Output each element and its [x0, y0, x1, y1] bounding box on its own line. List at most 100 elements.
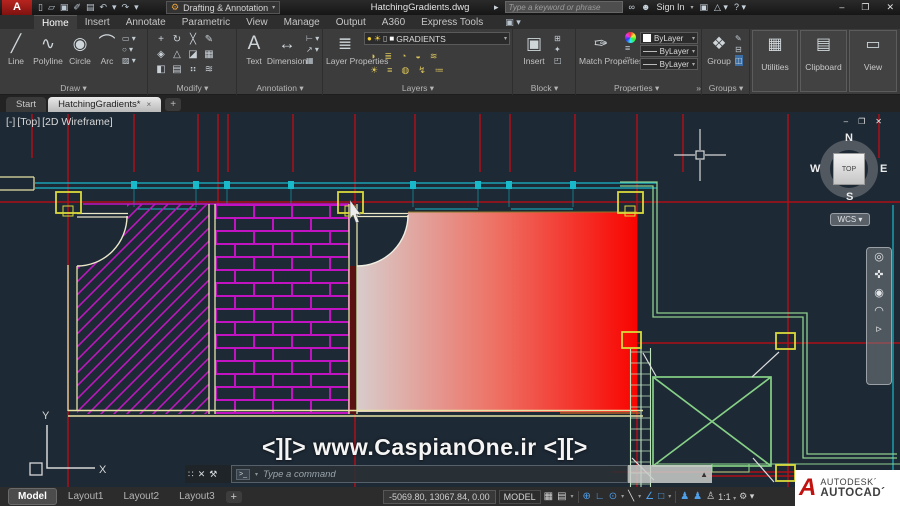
annotation-small-tools[interactable]: ⊢ ▾ ↗ ▾ ▦ — [306, 33, 319, 66]
layer-tool-icon[interactable]: ↯ — [418, 63, 426, 77]
tab-layout2[interactable]: Layout2 — [114, 489, 168, 504]
command-prompt-icon[interactable]: >_ — [236, 468, 250, 480]
ribbon-tab-express-tools[interactable]: Express Tools — [413, 15, 491, 29]
restore-button[interactable]: ❐ — [861, 0, 869, 15]
a360-alert-icon[interactable]: △ ▾ — [714, 2, 728, 13]
chevron-down-icon[interactable]: ▾ — [668, 493, 671, 500]
block-flyout-icon[interactable]: ✦ — [554, 44, 562, 55]
ribbon-tab-view[interactable]: View — [238, 15, 276, 29]
panel-clipboard[interactable]: ▤ Clipboard ▾ — [800, 30, 866, 92]
navigation-bar[interactable]: ◎ ✜ ◉ ◠ ▹ — [866, 247, 892, 385]
modify-tool-icon[interactable]: △ — [169, 47, 185, 62]
close-icon[interactable]: ✕ — [198, 469, 206, 480]
annotation-scale-button[interactable]: 1:1 ▾ — [718, 492, 736, 502]
modify-tool-icon[interactable]: ◪ — [185, 47, 201, 62]
model-space[interactable]: Y X — [0, 112, 900, 487]
layer-dropdown[interactable]: ● ☀ ▯ ■ GRADIENTS ▾ — [364, 32, 510, 45]
qat-tool-icon[interactable]: ↶ — [99, 1, 107, 14]
chevron-down-icon[interactable]: ▾ — [255, 471, 258, 478]
layer-tool-icon[interactable]: ≣ — [384, 49, 392, 63]
linetype-icon[interactable]: ┄ — [625, 53, 636, 64]
match-properties-button[interactable]: ✑ Match Properties — [579, 31, 643, 66]
snap-mode-icon[interactable]: ▤ — [557, 491, 566, 502]
group-button[interactable]: ❖ Group — [705, 31, 733, 66]
group-tool-icon[interactable]: ◫ — [735, 55, 743, 66]
annotation-flyout-icon[interactable]: ↗ ▾ — [306, 44, 319, 55]
panel-utilities[interactable]: ▦ Utilities ▾ — [752, 30, 812, 92]
minimize-button[interactable]: – — [839, 0, 844, 15]
isometric-drafting-icon[interactable]: ╲ — [628, 491, 634, 502]
viewcube-top-face[interactable]: TOP — [833, 153, 865, 185]
annotation-flyout-icon[interactable]: ▦ — [306, 55, 319, 66]
draw-flyout-icon[interactable]: ▨ ▾ — [122, 55, 136, 66]
layer-tool-icon[interactable]: ◔ — [401, 49, 406, 63]
qat-tool-icon[interactable]: ↷ — [122, 1, 130, 14]
minimize-button[interactable]: – — [844, 117, 848, 126]
command-bar-grip[interactable]: ∷ ✕ ⚒ — [185, 465, 231, 483]
viewport-view-control[interactable]: [Top] — [17, 116, 40, 128]
expand-search-icon[interactable]: ▸ — [494, 2, 499, 13]
qat-tool-icon[interactable]: ✐ — [73, 1, 81, 14]
modify-tool-icon[interactable]: ▦ — [201, 47, 217, 62]
annotation-scale-icon[interactable]: ♙ — [706, 491, 715, 502]
ribbon-tab-output[interactable]: Output — [328, 15, 374, 29]
modify-tools-grid[interactable]: + ↻ ╳ ✎ ◈ △ ◪ ▦ ◧ ▤ ⠶ ≋ — [153, 32, 217, 77]
chevron-down-icon[interactable]: ▾ — [621, 493, 624, 500]
arc-button[interactable]: ⌒ Arc — [95, 31, 119, 66]
navbar-tool-icon[interactable]: ◠ — [874, 305, 884, 317]
grid-display-icon[interactable]: ▦ — [544, 491, 553, 502]
sun-icon[interactable]: ☀ — [374, 34, 381, 43]
viewcube[interactable]: TOP N W E S — [810, 132, 887, 203]
layer-tool-icon[interactable]: ◒ — [415, 49, 420, 63]
groups-small-tools[interactable]: ✎ ⊟ ◫ — [735, 33, 743, 66]
compass-west[interactable]: W — [810, 163, 820, 175]
ribbon-tab-home[interactable]: Home — [34, 15, 77, 29]
expand-history-icon[interactable]: ▲ — [700, 470, 708, 479]
object-snap-icon[interactable]: □ — [658, 491, 664, 502]
wcs-dropdown[interactable]: WCS ▾ — [830, 213, 870, 226]
navbar-tool-icon[interactable]: ▹ — [876, 323, 882, 335]
navbar-tool-icon[interactable]: ◉ — [874, 287, 884, 299]
command-input-area[interactable]: >_ ▾ Type a command — [231, 465, 628, 483]
modify-tool-icon[interactable]: ▤ — [169, 62, 185, 77]
qat-tool-icon[interactable]: ▱ — [48, 1, 55, 14]
block-small-tools[interactable]: ⊞ ✦ ◰ — [554, 33, 562, 66]
layer-tool-icon[interactable]: ◑ — [370, 49, 375, 63]
block-flyout-icon[interactable]: ⊞ — [554, 33, 562, 44]
panel-label-annotation[interactable]: Annotation ▾ — [238, 83, 322, 94]
modify-tool-icon[interactable]: ╳ — [185, 32, 201, 47]
group-tool-icon[interactable]: ✎ — [735, 33, 743, 44]
annotation-visibility-icon[interactable]: ♟ — [680, 491, 689, 502]
drawing-canvas[interactable]: Y X [-] [Top] [2D Wireframe] – ❐ ✕ TOP N… — [0, 112, 900, 487]
model-tab[interactable]: Model — [8, 488, 57, 505]
dimension-button[interactable]: ↔ Dimension — [266, 31, 308, 66]
chevron-down-icon[interactable]: ▾ — [882, 83, 900, 91]
dynamic-input-icon[interactable]: ⊕ — [583, 491, 591, 502]
qat-tool-icon[interactable]: ▯ — [38, 1, 43, 14]
polar-tracking-icon[interactable]: ⊙ — [609, 491, 617, 502]
group-tool-icon[interactable]: ⊟ — [735, 44, 743, 55]
panel-label-modify[interactable]: Modify ▾ — [149, 83, 236, 94]
new-drawing-tab-button[interactable]: + — [165, 98, 182, 111]
modify-tool-icon[interactable]: ◈ — [153, 47, 169, 62]
new-layout-button[interactable]: + — [225, 490, 242, 503]
layer-tool-icon[interactable]: ≡ — [387, 63, 392, 77]
modify-tool-icon[interactable]: ✎ — [201, 32, 217, 47]
qat-tool-icon[interactable]: ▣ — [60, 1, 69, 14]
layer-properties-button[interactable]: ≣ Layer Properties — [326, 31, 388, 66]
workspace-switcher[interactable]: ⚙ Drafting & Annotation ▾ — [166, 1, 281, 14]
draw-flyout-icon[interactable]: ▭ ▾ — [122, 33, 136, 44]
qat-tool-icon[interactable]: ▾ — [112, 1, 117, 14]
polyline-button[interactable]: ∿ Polyline — [31, 31, 65, 66]
circle-button[interactable]: ◉ Circle — [66, 31, 94, 66]
wrench-icon[interactable]: ⚒ — [209, 469, 217, 480]
binoculars-search-icon[interactable]: ∞ — [629, 2, 635, 12]
layer-color-swatch[interactable]: ■ — [389, 34, 394, 43]
help-icon[interactable]: ? ▾ — [734, 2, 746, 13]
close-button[interactable]: ✕ — [875, 117, 882, 126]
app-store-cart-icon[interactable]: ▣ — [699, 2, 708, 13]
layer-tool-icon[interactable]: ☀ — [370, 63, 378, 77]
panel-label-block[interactable]: Block ▾ — [514, 83, 575, 94]
modify-tool-icon[interactable]: ⠶ — [185, 62, 201, 77]
line-button[interactable]: ╱ Line — [2, 31, 30, 66]
